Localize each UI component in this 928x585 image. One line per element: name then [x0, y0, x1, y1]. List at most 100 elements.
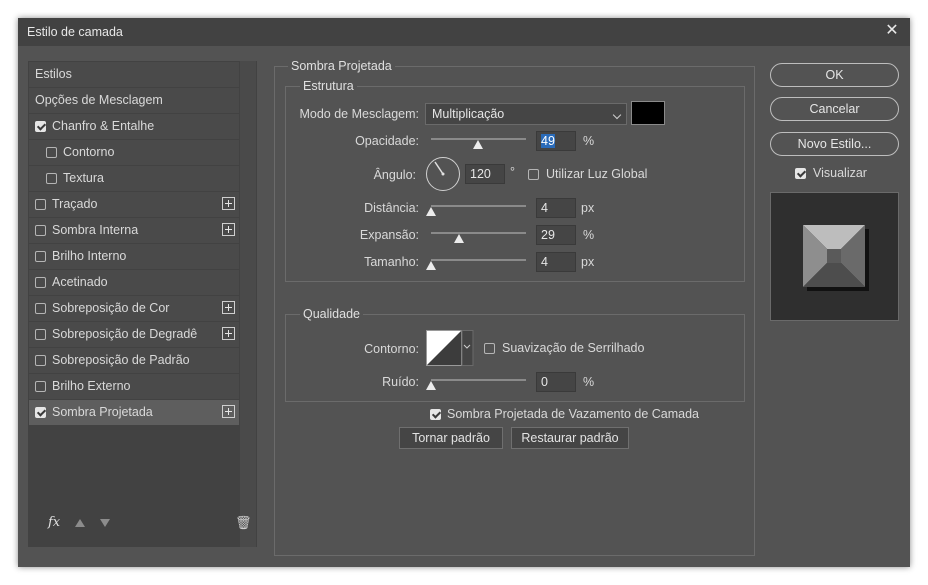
contour-label: Contorno: — [364, 342, 419, 356]
style-item[interactable]: Acetinado — [29, 270, 239, 295]
global-light-label: Utilizar Luz Global — [546, 167, 648, 181]
style-item[interactable]: Estilos — [29, 62, 239, 87]
make-default-button[interactable]: Tornar padrão — [399, 427, 503, 449]
size-slider-track[interactable] — [431, 259, 526, 261]
style-item-checkbox[interactable] — [35, 225, 46, 236]
distance-label: Distância: — [364, 201, 419, 215]
style-item-label: Traçado — [52, 197, 98, 211]
spread-unit: % — [583, 228, 595, 242]
noise-slider-track[interactable] — [431, 379, 526, 381]
knockout-checkbox[interactable] — [430, 409, 441, 420]
style-item[interactable]: Sobreposição de Padrão — [29, 348, 239, 373]
style-item-label: Contorno — [63, 145, 115, 159]
styles-list-scrollbar[interactable] — [240, 61, 256, 547]
noise-slider-thumb[interactable] — [426, 381, 436, 390]
layer-style-dialog: Estilo de camada ✕ Estilos Opções de Mesc… — [18, 18, 910, 567]
distance-input[interactable]: 4 — [536, 198, 576, 218]
new-style-button[interactable]: Novo Estilo... — [770, 132, 899, 156]
style-item-checkbox[interactable] — [35, 303, 46, 314]
knockout-label: Sombra Projetada de Vazamento de Camada — [447, 407, 700, 421]
style-item[interactable]: Sobreposição de Cor — [29, 296, 239, 321]
add-effect-icon[interactable] — [222, 301, 235, 314]
move-up-icon[interactable] — [75, 519, 85, 527]
style-item-label: Sobreposição de Cor — [52, 301, 170, 315]
ok-button[interactable]: OK — [770, 63, 899, 87]
style-item-checkbox[interactable] — [35, 199, 46, 210]
style-item[interactable]: Traçado — [29, 192, 239, 217]
style-item-label: Sobreposição de Degradê — [52, 327, 198, 341]
reset-default-button[interactable]: Restaurar padrão — [511, 427, 629, 449]
style-item-label: Brilho Externo — [52, 379, 131, 393]
style-item-checkbox[interactable] — [35, 355, 46, 366]
style-item[interactable]: Contorno — [29, 140, 239, 165]
style-item-label: Estilos — [35, 67, 72, 81]
opacity-unit: % — [583, 134, 595, 148]
size-slider-thumb[interactable] — [426, 261, 436, 270]
add-effect-icon[interactable] — [222, 405, 235, 418]
spread-slider-thumb[interactable] — [453, 234, 464, 243]
style-item[interactable]: Sobreposição de Degradê — [29, 322, 239, 347]
size-label: Tamanho: — [364, 255, 419, 269]
style-item-checkbox[interactable] — [35, 407, 46, 418]
opacity-input[interactable]: 49 — [536, 131, 576, 151]
add-effect-icon[interactable] — [222, 197, 235, 210]
global-light-checkbox[interactable] — [528, 169, 539, 180]
structure-group: Estrutura Modo de Mesclagem: Multiplicaç… — [285, 79, 745, 282]
angle-dial[interactable] — [426, 157, 460, 191]
size-unit: px — [581, 255, 595, 269]
distance-unit: px — [581, 201, 595, 215]
style-item[interactable]: Sombra Interna — [29, 218, 239, 243]
trash-icon[interactable]: 🗑 — [235, 515, 252, 531]
preview-checkbox[interactable] — [795, 168, 806, 179]
noise-unit: % — [583, 375, 595, 389]
style-item-label: Textura — [63, 171, 104, 185]
noise-input[interactable]: 0 — [536, 372, 576, 392]
opacity-slider-thumb[interactable] — [472, 140, 483, 149]
title-bar[interactable]: Estilo de camada ✕ — [18, 18, 910, 46]
preview-thumbnail — [803, 225, 869, 291]
style-item[interactable]: Chanfro & Entalhe — [29, 114, 239, 139]
style-item-label: Acetinado — [52, 275, 108, 289]
chevron-down-icon — [612, 110, 622, 120]
style-item-checkbox[interactable] — [46, 147, 57, 158]
style-item-checkbox[interactable] — [35, 251, 46, 262]
size-input[interactable]: 4 — [536, 252, 576, 272]
style-item[interactable]: Textura — [29, 166, 239, 191]
preview-label: Visualizar — [813, 166, 867, 180]
blend-mode-select[interactable]: Multiplicação — [425, 103, 627, 125]
style-item-checkbox[interactable] — [35, 329, 46, 340]
antialias-label: Suavização de Serrilhado — [502, 341, 645, 355]
style-item[interactable]: Brilho Externo — [29, 374, 239, 399]
style-item-label: Sombra Projetada — [52, 405, 153, 419]
close-icon[interactable]: ✕ — [882, 21, 902, 41]
style-item[interactable]: Sombra Projetada — [29, 400, 239, 425]
add-effect-icon[interactable] — [222, 327, 235, 340]
fx-icon[interactable]: fx — [48, 515, 60, 530]
move-down-icon[interactable] — [100, 519, 110, 527]
style-item-checkbox[interactable] — [35, 381, 46, 392]
antialias-checkbox[interactable] — [484, 343, 495, 354]
quality-group: Qualidade Contorno: Suavização de Serril… — [285, 307, 745, 402]
angle-label: Ângulo: — [373, 168, 416, 182]
spread-slider-track[interactable] — [431, 232, 526, 234]
style-item[interactable]: Opções de Mesclagem — [29, 88, 239, 113]
distance-slider-track[interactable] — [431, 205, 526, 207]
angle-unit: ° — [510, 165, 515, 179]
contour-picker[interactable] — [426, 330, 474, 366]
styles-list-panel: Estilos Opções de Mesclagem Chanfro & Enta… — [28, 61, 257, 547]
style-item-label: Chanfro & Entalhe — [52, 119, 155, 133]
style-item-checkbox[interactable] — [46, 173, 57, 184]
add-effect-icon[interactable] — [222, 223, 235, 236]
style-item-label: Sombra Interna — [52, 223, 139, 237]
angle-input[interactable]: 120 — [465, 164, 505, 184]
style-item-label: Sobreposição de Padrão — [52, 353, 190, 367]
spread-input[interactable]: 29 — [536, 225, 576, 245]
shadow-color-swatch[interactable] — [631, 101, 665, 125]
style-item-checkbox[interactable] — [35, 277, 46, 288]
style-preview — [770, 192, 899, 321]
style-item-label: Brilho Interno — [52, 249, 127, 263]
style-item-checkbox[interactable] — [35, 121, 46, 132]
distance-slider-thumb[interactable] — [426, 207, 436, 216]
cancel-button[interactable]: Cancelar — [770, 97, 899, 121]
style-item[interactable]: Brilho Interno — [29, 244, 239, 269]
